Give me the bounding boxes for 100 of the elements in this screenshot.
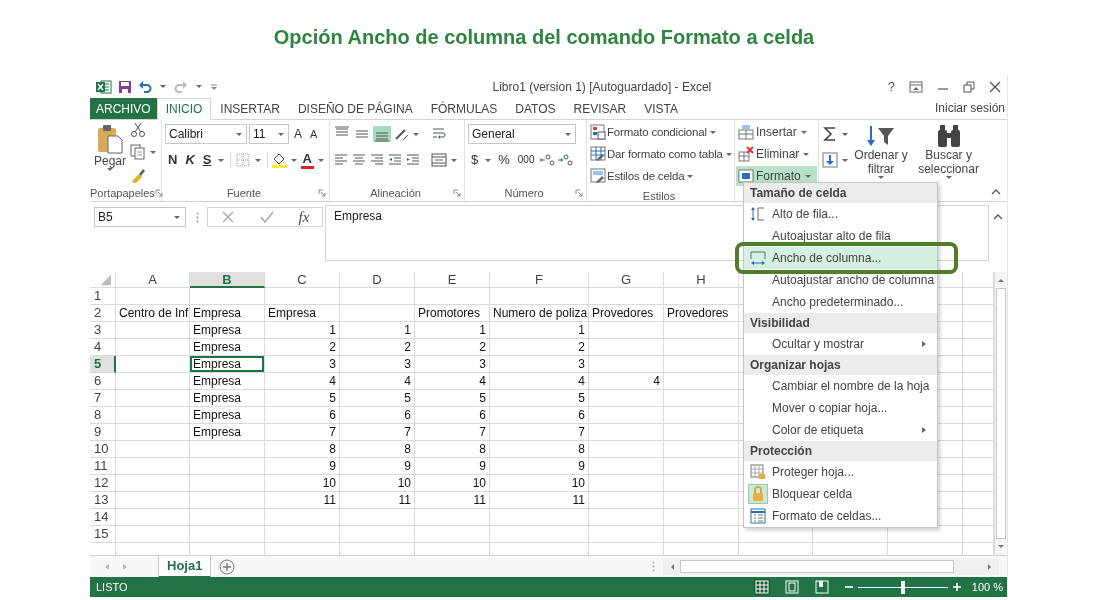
- table-cell[interactable]: [589, 322, 664, 339]
- table-cell[interactable]: [415, 509, 490, 526]
- table-cell[interactable]: [190, 288, 265, 305]
- column-header[interactable]: G: [589, 272, 664, 288]
- row-header[interactable]: 14: [90, 509, 116, 526]
- table-cell[interactable]: 2: [265, 339, 340, 356]
- table-cell[interactable]: [116, 475, 190, 492]
- dialog-launcher-icon[interactable]: [318, 189, 326, 197]
- format-as-table-button[interactable]: Dar formato como tabla: [588, 144, 733, 164]
- table-cell[interactable]: [116, 390, 190, 407]
- vertical-scrollbar[interactable]: [994, 272, 1007, 555]
- table-cell[interactable]: 10: [415, 475, 490, 492]
- table-cell[interactable]: 3: [265, 356, 340, 373]
- table-cell[interactable]: Centro de Inf: [116, 305, 190, 322]
- table-cell[interactable]: 4: [490, 373, 589, 390]
- conditional-format-button[interactable]: Formato condicional: [588, 122, 733, 142]
- sign-in-link[interactable]: Iniciar sesión: [934, 98, 1007, 119]
- customize-icon[interactable]: [210, 81, 218, 92]
- menu-item[interactable]: Ocultar y mostrar: [744, 333, 937, 355]
- redo-icon[interactable]: [174, 79, 188, 94]
- percent-button[interactable]: %: [495, 151, 513, 169]
- table-cell[interactable]: 10: [490, 475, 589, 492]
- table-cell[interactable]: [589, 492, 664, 509]
- horizontal-scrollbar[interactable]: [663, 558, 999, 575]
- delete-button[interactable]: Eliminar: [736, 144, 817, 164]
- row-header[interactable]: 8: [90, 407, 116, 424]
- table-cell[interactable]: Empresa: [190, 424, 265, 441]
- table-cell[interactable]: [490, 288, 589, 305]
- table-cell[interactable]: 4: [340, 373, 415, 390]
- table-cell[interactable]: [190, 458, 265, 475]
- table-cell[interactable]: [589, 390, 664, 407]
- table-cell[interactable]: 5: [415, 390, 490, 407]
- menu-item[interactable]: Autoajustar alto de fila: [744, 225, 937, 247]
- help-button[interactable]: ?: [887, 79, 895, 94]
- table-cell[interactable]: [664, 492, 739, 509]
- decrease-indent-icon[interactable]: [387, 152, 403, 168]
- menu-item[interactable]: Color de etiqueta: [744, 419, 937, 441]
- table-cell[interactable]: [664, 288, 739, 305]
- table-cell[interactable]: 7: [490, 424, 589, 441]
- table-cell[interactable]: [664, 475, 739, 492]
- table-cell[interactable]: [589, 424, 664, 441]
- table-cell[interactable]: [116, 322, 190, 339]
- table-cell[interactable]: 7: [415, 424, 490, 441]
- thousands-button[interactable]: 000: [514, 151, 538, 169]
- table-cell[interactable]: [116, 526, 190, 543]
- borders-icon[interactable]: [234, 152, 251, 168]
- column-header[interactable]: C: [265, 272, 340, 288]
- table-cell[interactable]: [589, 407, 664, 424]
- number-format-field[interactable]: General: [468, 124, 576, 144]
- collapse-ribbon-icon[interactable]: [991, 188, 1001, 196]
- table-cell[interactable]: [664, 339, 739, 356]
- table-cell[interactable]: [490, 509, 589, 526]
- table-cell[interactable]: [589, 509, 664, 526]
- column-header[interactable]: E: [415, 272, 490, 288]
- table-cell[interactable]: 5: [490, 390, 589, 407]
- table-cell[interactable]: [116, 288, 190, 305]
- dialog-launcher-icon[interactable]: [453, 189, 461, 197]
- insert-button[interactable]: Insertar: [736, 122, 817, 142]
- align-left-icon[interactable]: [333, 152, 349, 168]
- sheet-tab[interactable]: Hoja1: [158, 555, 212, 578]
- table-cell[interactable]: [664, 441, 739, 458]
- column-header[interactable]: H: [664, 272, 739, 288]
- menu-item[interactable]: Ancho de columna...: [744, 247, 937, 269]
- table-cell[interactable]: [190, 526, 265, 543]
- ribbon-tab[interactable]: VISTA: [635, 98, 688, 119]
- table-cell[interactable]: 4: [415, 373, 490, 390]
- table-cell[interactable]: [116, 492, 190, 509]
- column-header[interactable]: B: [190, 272, 265, 288]
- table-cell[interactable]: 3: [490, 356, 589, 373]
- table-cell[interactable]: Empresa: [190, 356, 265, 373]
- table-cell[interactable]: [415, 526, 490, 543]
- normal-view-icon[interactable]: [753, 579, 770, 595]
- table-cell[interactable]: [116, 509, 190, 526]
- table-cell[interactable]: 11: [340, 492, 415, 509]
- table-cell[interactable]: Empresa: [190, 322, 265, 339]
- table-cell[interactable]: [490, 526, 589, 543]
- table-cell[interactable]: [589, 526, 664, 543]
- table-cell[interactable]: 4: [589, 373, 664, 390]
- table-cell[interactable]: 2: [340, 339, 415, 356]
- row-header[interactable]: 2: [90, 305, 116, 322]
- column-header[interactable]: A: [116, 272, 190, 288]
- collapse-formula-icon[interactable]: [993, 213, 1003, 221]
- increase-indent-icon[interactable]: [405, 152, 421, 168]
- column-header[interactable]: F: [490, 272, 589, 288]
- table-cell[interactable]: 1: [490, 322, 589, 339]
- table-cell[interactable]: [190, 441, 265, 458]
- table-cell[interactable]: [265, 509, 340, 526]
- save-icon[interactable]: [118, 79, 132, 94]
- table-cell[interactable]: [589, 475, 664, 492]
- table-cell[interactable]: 6: [265, 407, 340, 424]
- table-cell[interactable]: [664, 390, 739, 407]
- table-cell[interactable]: [589, 441, 664, 458]
- row-header[interactable]: 13: [90, 492, 116, 509]
- table-cell[interactable]: 3: [415, 356, 490, 373]
- italic-button[interactable]: K: [182, 151, 198, 169]
- table-cell[interactable]: [190, 475, 265, 492]
- merge-cells-icon[interactable]: [431, 152, 447, 168]
- table-cell[interactable]: [340, 305, 415, 322]
- table-cell[interactable]: [116, 356, 190, 373]
- table-cell[interactable]: [664, 458, 739, 475]
